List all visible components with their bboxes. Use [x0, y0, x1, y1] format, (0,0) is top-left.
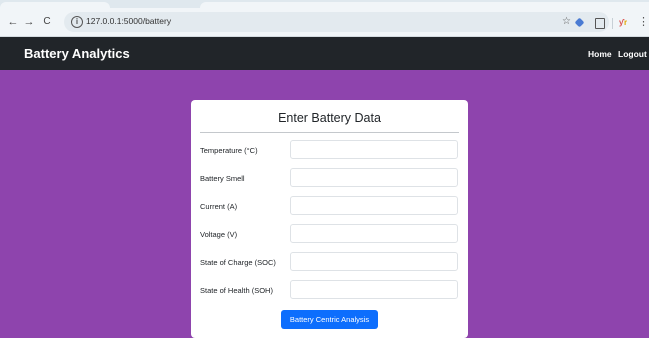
voltage-label: Voltage (V): [200, 230, 238, 239]
soc-input[interactable]: [290, 252, 458, 271]
app-navbar: Battery Analytics Home Logout: [0, 37, 649, 70]
battery-smell-label: Battery Smell: [200, 174, 245, 183]
reload-icon[interactable]: C: [40, 15, 54, 29]
title-divider: [200, 132, 459, 133]
form-row-soc: State of Charge (SOC): [191, 252, 468, 272]
form-row-current: Current (A): [191, 196, 468, 216]
battery-data-card: Enter Battery Data Temperature (°C) Batt…: [191, 100, 468, 338]
info-icon[interactable]: i: [71, 16, 83, 28]
soc-label: State of Charge (SOC): [200, 258, 276, 267]
back-arrow-icon[interactable]: ←: [6, 15, 20, 29]
star-icon[interactable]: ☆: [562, 16, 571, 28]
address-bar[interactable]: i 127.0.0.1:5000/battery: [64, 12, 609, 32]
nav-link-home[interactable]: Home: [588, 49, 612, 59]
browser-tab-strip: [0, 0, 649, 8]
current-label: Current (A): [200, 202, 238, 211]
voltage-input[interactable]: [290, 224, 458, 243]
puzzle-icon[interactable]: [595, 18, 605, 29]
address-bar-url[interactable]: 127.0.0.1:5000/battery: [86, 16, 171, 26]
temperature-label: Temperature (°C): [200, 146, 258, 155]
battery-centric-analysis-button[interactable]: Battery Centric Analysis: [281, 310, 378, 329]
brand-title[interactable]: Battery Analytics: [24, 46, 130, 61]
temperature-input[interactable]: [290, 140, 458, 159]
battery-smell-input[interactable]: [290, 168, 458, 187]
form-row-soh: State of Health (SOH): [191, 280, 468, 300]
current-input[interactable]: [290, 196, 458, 215]
kebab-menu-icon[interactable]: ⋮: [638, 16, 649, 28]
browser-toolbar: ← → C i 127.0.0.1:5000/battery ☆ ƴr ⋮: [0, 8, 649, 37]
form-row-battery-smell: Battery Smell: [191, 168, 468, 188]
nav-link-logout[interactable]: Logout: [618, 49, 647, 59]
form-title: Enter Battery Data: [278, 111, 381, 125]
toolbar-divider: [612, 18, 613, 29]
form-row-temperature: Temperature (°C): [191, 140, 468, 160]
soh-label: State of Health (SOH): [200, 286, 273, 295]
forward-arrow-icon[interactable]: →: [22, 15, 36, 29]
soh-input[interactable]: [290, 280, 458, 299]
profile-icon[interactable]: ƴr: [619, 18, 631, 28]
form-row-voltage: Voltage (V): [191, 224, 468, 244]
